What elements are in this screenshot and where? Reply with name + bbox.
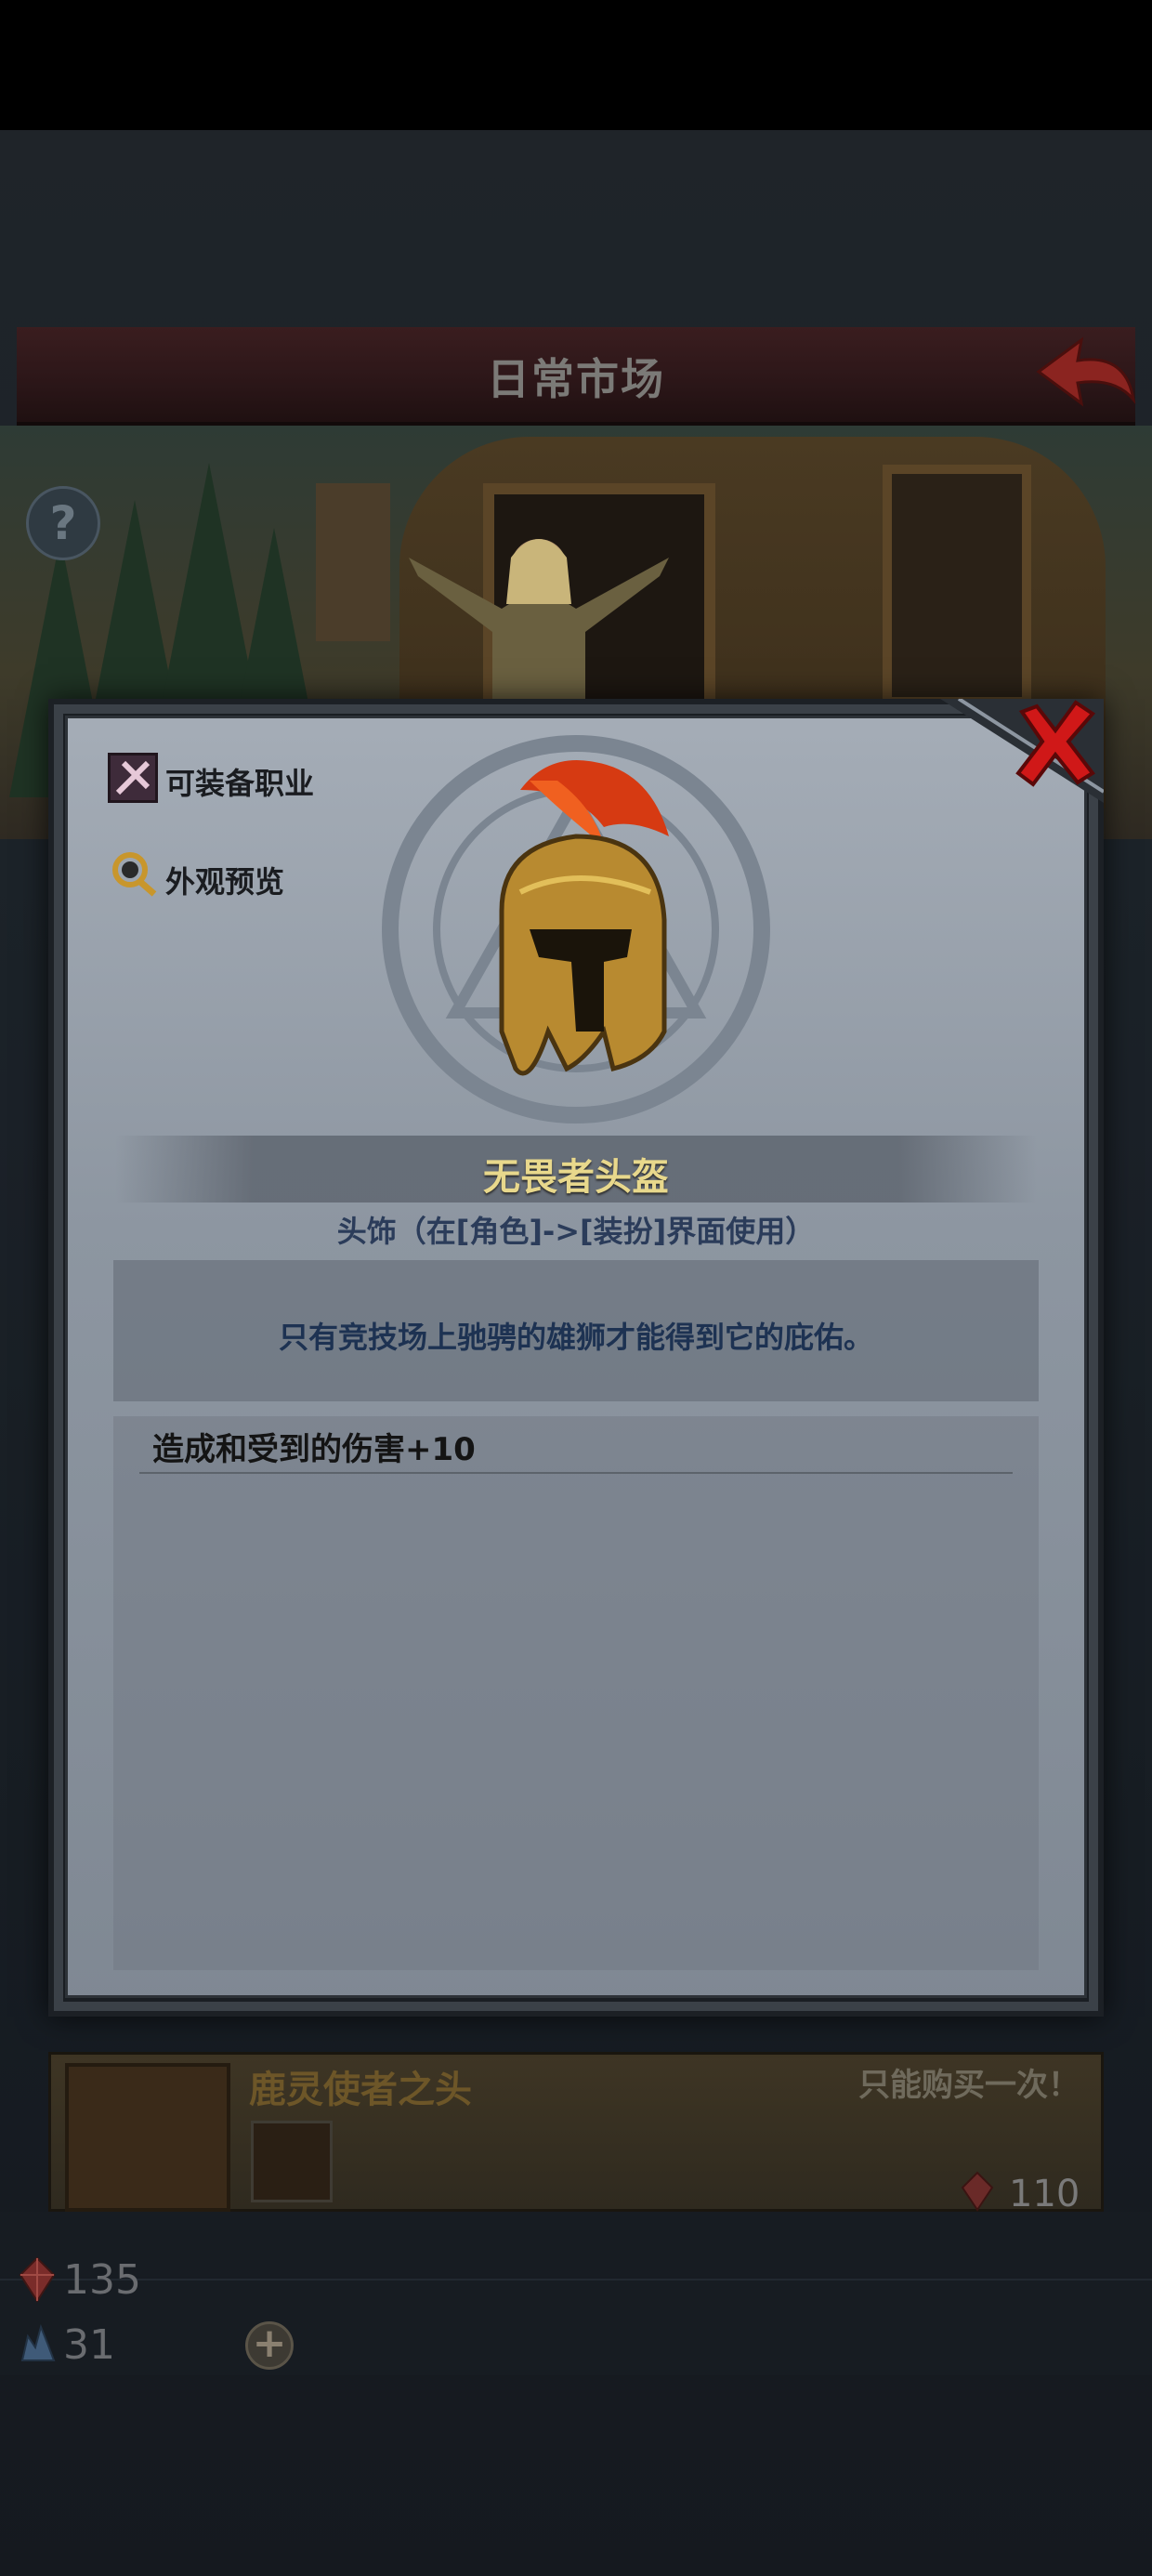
item-type: 头饰（在[角色]->[装扮]界面使用） [336, 1214, 816, 1249]
top-status-area [0, 0, 1152, 130]
appearance-icon[interactable] [110, 849, 158, 898]
merchant-character [409, 539, 669, 725]
shop-item-title: 鹿灵使者之头 [249, 2069, 472, 2111]
red-gem-icon [19, 2256, 56, 2303]
class-label[interactable]: 可装备职业 [165, 760, 314, 803]
help-button[interactable]: ? [26, 486, 100, 560]
blue-crystal-count: 31 [63, 2321, 115, 2369]
stats-divider [139, 1472, 1013, 1474]
red-gem-icon [961, 2171, 994, 2212]
red-gem-count: 135 [63, 2256, 141, 2304]
wagon-door [883, 465, 1031, 706]
purchase-limit-label: 只能购买一次！ [858, 2067, 1080, 2104]
page-title: 日常市场 [487, 354, 665, 404]
appearance-label[interactable]: 外观预览 [165, 859, 284, 901]
stats-box [113, 1416, 1039, 1970]
shop-item-thumbnail [251, 2121, 333, 2202]
item-description: 只有竞技场上驰骋的雄狮才能得到它的庇佑。 [278, 1320, 873, 1355]
helmet-icon [499, 760, 669, 1076]
blue-crystal-icon [20, 2323, 56, 2361]
hanging-banner [316, 483, 390, 641]
shop-item-price: 110 [1009, 2173, 1080, 2215]
item-name: 无畏者头盔 [483, 1156, 669, 1199]
help-icon: ? [49, 496, 77, 550]
stat-line: 造成和受到的伤害+10 [152, 1431, 476, 1468]
close-icon[interactable] [1009, 697, 1102, 790]
shop-item-image [65, 2063, 230, 2212]
currency-bar [0, 2212, 1152, 2375]
back-arrow-icon[interactable] [1033, 335, 1137, 409]
class-icon[interactable] [108, 753, 158, 803]
add-currency-button[interactable]: + [245, 2321, 294, 2370]
currency-divider [0, 2279, 1152, 2280]
